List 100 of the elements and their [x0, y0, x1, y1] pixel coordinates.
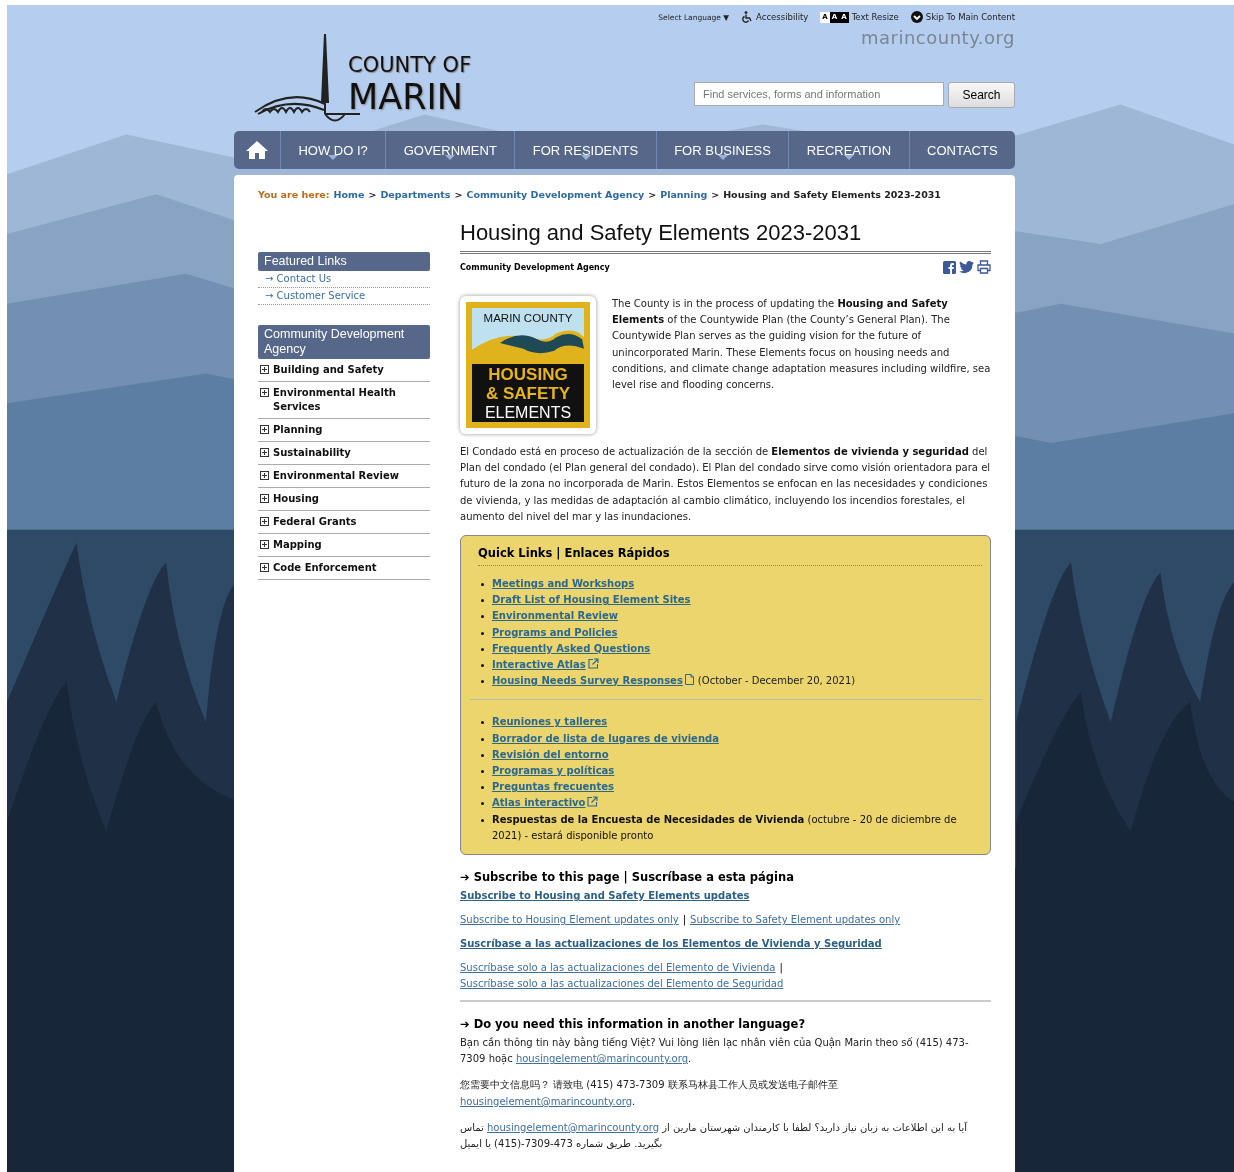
expand-icon[interactable]	[260, 425, 269, 434]
breadcrumb-link[interactable]: Community Development Agency	[466, 189, 645, 200]
bullet-icon	[481, 786, 484, 790]
subscribe-link[interactable]: Suscríbase a las actualizaciones de los Elementos de Vivienda y Seguridad	[460, 938, 882, 950]
sidebar-item[interactable]: Environmental Health Services	[273, 386, 428, 414]
expand-icon[interactable]	[260, 388, 269, 397]
quick-links-title: Quick Links | Enlaces Rápidos	[478, 544, 982, 566]
intro-paragraph: The County is in the process of updating the Housing and Safety Elements of the Countywide Plan (the County’s General Plan). The Countywide Plan serves as the guiding vision for the future of unincorporated Marin. These Elements focus on housing needs and conditions, and climate change adaptation measures including wildfire, sea level rise and flooding concerns.	[612, 297, 991, 392]
section-heading: ➔ Subscribe to this page | Suscríbase a esta página	[460, 870, 795, 885]
nav-item[interactable]: RECREATION	[789, 131, 910, 169]
chevron-down-icon	[910, 11, 923, 23]
expand-icon[interactable]	[260, 540, 269, 549]
bullet-icon	[481, 664, 484, 668]
sidebar-item[interactable]: Sustainability	[273, 446, 351, 460]
breadcrumb-link[interactable]: Planning	[660, 189, 708, 200]
sidebar-item[interactable]: Environmental Review	[273, 469, 400, 483]
breadcrumb-separator: >	[368, 189, 377, 200]
nav-item[interactable]: FOR BUSINESS	[656, 131, 790, 169]
quick-link[interactable]: Environmental Review	[492, 610, 619, 622]
bullet-icon	[481, 631, 484, 635]
subscribe-link[interactable]: Subscribe to Safety Element updates only	[690, 912, 901, 929]
logo-text: ELEMENTS	[484, 402, 572, 422]
bullet-icon	[481, 802, 484, 806]
nav-item[interactable]: HOW DO I?	[281, 131, 387, 169]
facebook-icon[interactable]	[943, 260, 956, 274]
quick-link[interactable]: Preguntas frecuentes	[492, 781, 614, 793]
sidebar-item[interactable]: Federal Grants	[273, 515, 357, 529]
expand-icon[interactable]	[260, 517, 269, 526]
sidebar-item[interactable]: Mapping	[273, 538, 322, 552]
text-resize-label: Text Resize	[851, 12, 899, 22]
quick-link[interactable]: Housing Needs Survey Responses	[492, 675, 683, 687]
expand-icon[interactable]	[260, 563, 269, 572]
breadcrumb-link[interactable]: Departments	[380, 189, 451, 200]
quick-link[interactable]: Revisión del entorno	[492, 748, 609, 760]
quick-link[interactable]: Meetings and Workshops	[492, 578, 635, 589]
quick-link-text: Respuestas de la Encuesta de Necesidades de Vivienda (octubre - 20 de diciembre de 2021) - estará disponible pronto	[492, 813, 957, 841]
sidebar-heading: Featured Links	[258, 252, 430, 271]
bullet-icon	[481, 583, 484, 586]
subscribe-link[interactable]: Suscríbase solo a las actualizaciones del Elemento de Seguridad	[460, 976, 784, 993]
quick-link[interactable]: Reuniones y talleres	[492, 716, 608, 728]
accessibility-link[interactable]: Accessibility	[756, 12, 809, 22]
breadcrumb-link[interactable]: Home	[333, 189, 365, 200]
logo-text: COUNTY OF	[348, 52, 472, 78]
link-separator: |	[682, 914, 687, 926]
featured-link[interactable]: → Customer Service	[258, 288, 430, 305]
expand-icon[interactable]	[260, 448, 269, 457]
department-label: Community Development Agency	[460, 262, 610, 272]
breadcrumb-label: You are here:	[258, 189, 330, 200]
sidebar-item[interactable]: Building and Safety	[273, 363, 384, 377]
subscribe-link[interactable]: Subscribe to Housing and Safety Elements updates	[460, 890, 750, 902]
featured-link[interactable]: → Contact Us	[258, 271, 430, 288]
subscribe-link[interactable]: Suscríbase solo a las actualizaciones del Elemento de Vivienda	[460, 960, 776, 977]
nav-item[interactable]: CONTACTS	[909, 131, 1016, 169]
section-heading: ➔ Do you need this information in another language?	[460, 1017, 807, 1032]
nav-item[interactable]: GOVERNMENT	[386, 131, 516, 169]
logo-text: MARIN	[348, 78, 464, 116]
email-link[interactable]: housingelement@marincounty.org	[515, 1053, 688, 1065]
subscribe-link[interactable]: Subscribe to Housing Element updates only	[460, 912, 679, 929]
nav-item[interactable]: FOR RESIDENTS	[515, 131, 657, 169]
sidebar-item[interactable]: Planning	[273, 423, 323, 437]
bullet-icon	[481, 770, 484, 774]
external-link-icon	[587, 658, 599, 670]
email-link[interactable]: housingelement@marincounty.org	[487, 1121, 660, 1133]
bullet-icon	[481, 615, 484, 619]
bullet-icon	[481, 737, 484, 741]
logo-text: HOUSING	[488, 364, 568, 384]
expand-icon[interactable]	[260, 471, 269, 480]
quick-link[interactable]: Borrador de lista de lugares de vivienda	[492, 732, 719, 744]
search-button[interactable]: Search	[948, 82, 1015, 108]
print-icon[interactable]	[977, 260, 991, 274]
breadcrumb-separator: >	[711, 189, 720, 200]
quick-link[interactable]: Frequently Asked Questions	[492, 642, 651, 654]
skip-link[interactable]: Skip To Main Content	[925, 12, 1015, 22]
quick-link[interactable]: Atlas interactivo	[492, 797, 586, 809]
language-paragraph: 您需要中文信息吗？ 请致电 (415) 473-7309 联系马林县工作人员或发送电子邮件至 housingelement@marincounty.org.	[460, 1078, 839, 1109]
bullet-icon	[481, 753, 484, 757]
quick-link[interactable]: Interactive Atlas	[492, 659, 586, 671]
bullet-icon	[481, 599, 484, 603]
sidebar-item[interactable]: Code Enforcement	[273, 561, 377, 575]
quick-link-note: (October - December 20, 2021)	[697, 675, 856, 687]
intro-paragraph: El Condado está en proceso de actualización de la sección de Elementos de vivienda y seguridad del Plan del condado (el Plan general del condado). El Plan del condado sirve como visión orientadora para el futuro de la zona no incorporada de Marin. Estos Elementos se enfocan en las necesidades y condiciones de vivienda, y las medidas de adaptación al cambio climático, incluyendo los incendios forestales, el aumento del nivel del mar y las inundaciones.	[460, 445, 991, 524]
bullet-icon	[481, 721, 484, 725]
bullet-icon	[481, 680, 484, 684]
logo-text: & SAFETY	[485, 383, 571, 403]
twitter-icon[interactable]	[959, 260, 974, 274]
expand-icon[interactable]	[260, 494, 269, 503]
link-separator: |	[779, 962, 783, 974]
sidebar-heading: Community Development Agency	[258, 325, 430, 359]
document-icon	[684, 674, 694, 686]
quick-link[interactable]: Draft List of Housing Element Sites	[492, 594, 691, 606]
quick-link[interactable]: Programs and Policies	[492, 626, 618, 638]
expand-icon[interactable]	[260, 365, 269, 374]
site-url: marincounty.org	[861, 27, 1015, 48]
breadcrumb-separator: >	[648, 189, 657, 200]
search-field[interactable]: Find services, forms and information	[694, 82, 944, 106]
sidebar-item[interactable]: Housing	[273, 492, 319, 506]
bullet-icon	[481, 818, 484, 822]
external-link-icon	[587, 796, 599, 808]
quick-link[interactable]: Programas y políticas	[492, 765, 615, 777]
wheelchair-icon	[741, 11, 754, 23]
